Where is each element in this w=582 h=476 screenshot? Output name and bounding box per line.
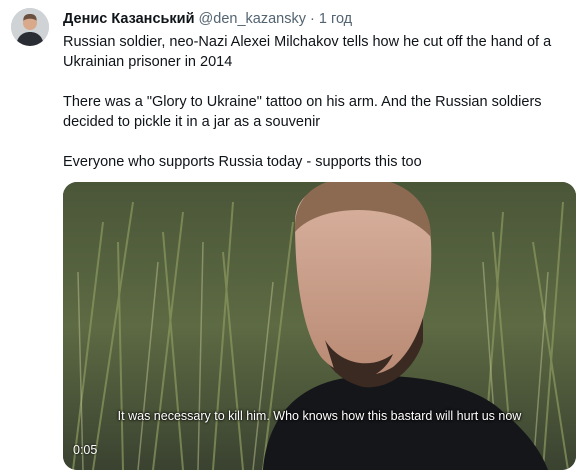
- video-duration: 0:05: [73, 443, 98, 457]
- video-frame: [63, 182, 576, 470]
- tweet-header: Денис Казанський @den_kazansky · 1 год: [63, 10, 352, 28]
- tweet-text: Russian soldier, neo-Nazi Alexei Milchak…: [63, 32, 573, 172]
- author-display-name[interactable]: Денис Казанський: [63, 11, 195, 27]
- tweet-timestamp[interactable]: 1 год: [319, 11, 352, 27]
- tweet-paragraph-1: Russian soldier, neo-Nazi Alexei Milchak…: [63, 34, 552, 70]
- video-subtitle: It was necessary to kill him. Who knows …: [117, 409, 522, 423]
- user-avatar-icon: [11, 8, 49, 46]
- tweet[interactable]: Денис Казанський @den_kazansky · 1 год R…: [0, 0, 582, 476]
- video-player[interactable]: It was necessary to kill him. Who knows …: [63, 182, 576, 470]
- author-handle[interactable]: @den_kazansky: [199, 11, 306, 27]
- tweet-paragraph-2: There was a "Glory to Ukraine" tattoo on…: [63, 94, 542, 130]
- header-separator: ·: [310, 11, 315, 27]
- author-avatar[interactable]: [11, 8, 49, 46]
- tweet-paragraph-3: Everyone who supports Russia today - sup…: [63, 154, 422, 170]
